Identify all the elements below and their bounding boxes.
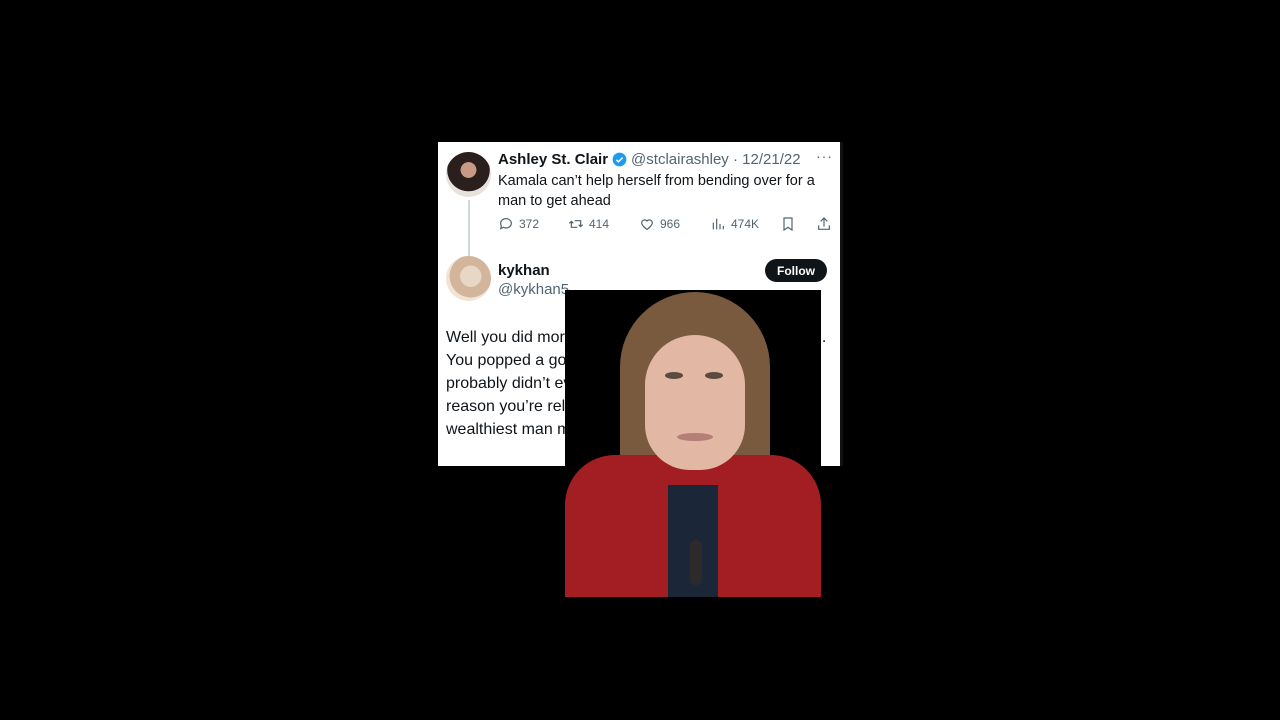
tweet-actions: 372 414 966 474K xyxy=(498,216,833,234)
bookmark-button[interactable] xyxy=(780,216,796,232)
reply-avatar[interactable] xyxy=(446,256,491,301)
share-icon xyxy=(818,217,830,230)
reply-icon xyxy=(499,218,512,230)
avatar[interactable] xyxy=(446,152,491,197)
author-handle[interactable]: @stclairashley xyxy=(631,151,729,168)
reply-button[interactable]: 372 xyxy=(498,216,539,232)
follow-button[interactable]: Follow xyxy=(765,259,827,282)
bookmark-icon xyxy=(783,217,793,232)
tweet-date[interactable]: 12/21/22 xyxy=(742,151,800,168)
more-icon[interactable]: ··· xyxy=(816,148,833,164)
like-icon xyxy=(641,219,653,231)
views-button[interactable]: 474K xyxy=(710,216,759,232)
reply-author-name[interactable]: kykhan xyxy=(498,262,550,279)
speaker-face xyxy=(645,335,745,470)
author-name[interactable]: Ashley St. Clair xyxy=(498,151,608,168)
views-icon xyxy=(712,218,724,230)
views-count: 474K xyxy=(731,217,760,231)
reply-count: 372 xyxy=(519,217,540,231)
left-eye xyxy=(665,372,683,379)
scrollbar xyxy=(840,142,843,466)
thread-connector-line xyxy=(468,200,470,256)
speaker-video-overlay xyxy=(565,290,821,597)
tweet-text: Kamala can’t help herself from bending o… xyxy=(498,173,815,209)
retweet-icon xyxy=(568,220,584,228)
tweet-header: Ashley St. Clair @stclairashley · 12/21/… xyxy=(498,151,801,168)
verified-badge-icon xyxy=(612,152,627,167)
like-button[interactable]: 966 xyxy=(639,216,680,232)
microphone xyxy=(690,540,702,585)
date-separator: · xyxy=(728,151,743,168)
retweet-count: 414 xyxy=(589,217,610,231)
share-button[interactable] xyxy=(816,216,832,232)
reply-author-handle[interactable]: @kykhan5 xyxy=(498,281,569,298)
retweet-button[interactable]: 414 xyxy=(568,216,609,232)
like-count: 966 xyxy=(660,217,681,231)
mouth xyxy=(677,433,713,441)
right-eye xyxy=(705,372,723,379)
